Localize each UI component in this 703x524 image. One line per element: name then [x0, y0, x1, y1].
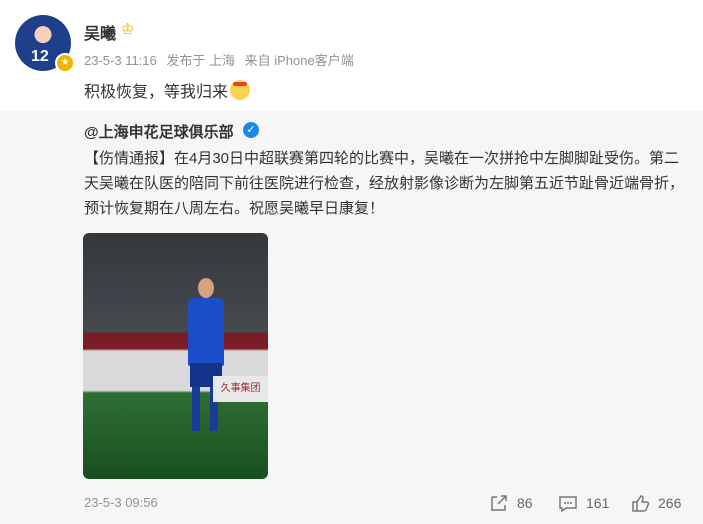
repost-time[interactable]: 23-5-3 09:56 [84, 495, 158, 510]
thumb-up-icon [632, 495, 650, 512]
repost-author[interactable]: @上海申花足球俱乐部 [84, 121, 234, 142]
post-text-content: 积极恢复，等我归来 [84, 84, 229, 101]
share-icon [491, 495, 507, 511]
vip-badge-icon: ★ [55, 53, 75, 73]
repost-text: 【伤情通报】在4月30日中超联赛第四轮的比赛中，吴曦在一次拼抢中左脚脚趾受伤。第… [84, 150, 685, 217]
comment-count: 161 [586, 495, 610, 511]
repost-image[interactable]: 久事集团 [83, 233, 268, 479]
player-figure [183, 278, 231, 438]
verified-icon: ✓ [243, 122, 259, 138]
emoji-icon [230, 80, 251, 100]
like-count: 266 [658, 495, 682, 511]
post-meta: 23-5-3 11:16 发布于 上海 来自 iPhone客户端 [84, 50, 360, 69]
player-shirt [188, 298, 224, 366]
forward-count: 86 [517, 495, 533, 511]
post-source: 来自 iPhone客户端 [244, 53, 354, 68]
avatar-number: 12 [31, 48, 49, 65]
username[interactable]: 吴曦 [84, 20, 116, 44]
crown-icon: ♔ [121, 21, 135, 38]
comment-icon [559, 496, 577, 513]
player-head [198, 278, 214, 298]
like-button[interactable]: 266 [630, 493, 681, 513]
post-text: 积极恢复，等我归来 [84, 78, 251, 102]
weibo-post: 12 ★ 吴曦 ♔ 23-5-3 11:16 发布于 上海 来自 iPhone客… [0, 0, 703, 524]
stadium-sign: 久事集团 [213, 376, 268, 402]
publish-location: 发布于 上海 [166, 53, 236, 68]
comment-button[interactable]: 161 [558, 493, 609, 513]
forward-button[interactable]: 86 [489, 493, 533, 513]
player-leg-left [192, 387, 200, 431]
repost-card[interactable]: @上海申花足球俱乐部 ✓ 【伤情通报】在4月30日中超联赛第四轮的比赛中，吴曦在… [0, 111, 703, 524]
post-time[interactable]: 23-5-3 11:16 [84, 53, 157, 68]
